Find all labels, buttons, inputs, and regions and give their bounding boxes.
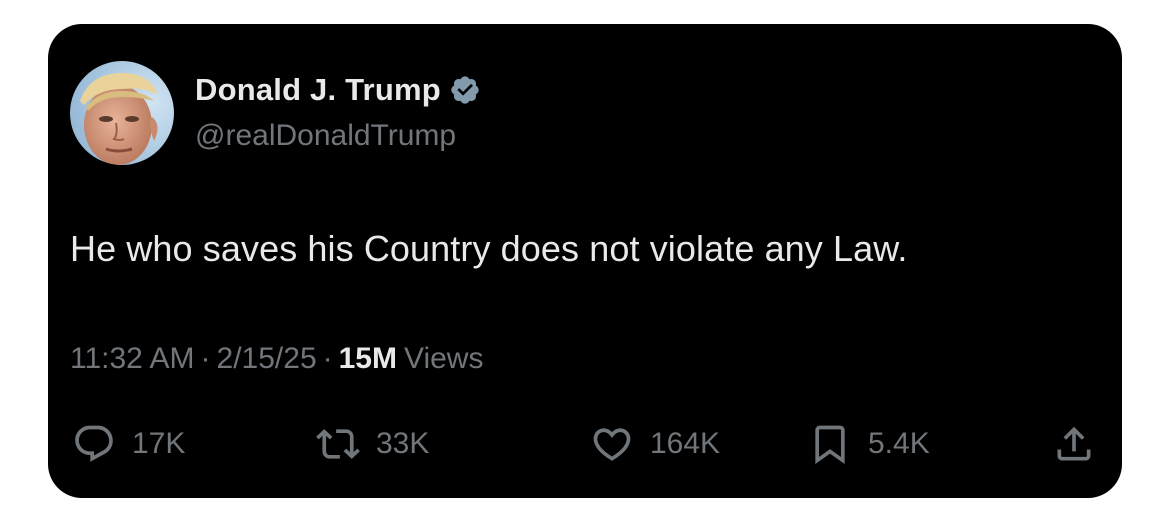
repost-button[interactable]: 33K — [316, 420, 429, 468]
handle[interactable]: @realDonaldTrump — [195, 119, 456, 153]
tweet-card[interactable]: Donald J. Trump @realDonaldTrump He who … — [48, 24, 1122, 498]
bookmark-button[interactable]: 5.4K — [808, 420, 930, 468]
repost-icon — [316, 429, 360, 459]
profile-photo — [70, 61, 174, 165]
bookmark-count: 5.4K — [868, 427, 930, 460]
author-name-row[interactable]: Donald J. Trump — [195, 72, 481, 108]
reply-count: 17K — [132, 427, 186, 460]
like-count: 164K — [650, 427, 721, 460]
meta-separator: · — [200, 342, 211, 375]
share-icon — [1057, 426, 1091, 461]
views-count: 15M — [338, 342, 397, 375]
meta-separator: · — [322, 342, 333, 375]
repost-count: 33K — [376, 427, 430, 460]
display-name[interactable]: Donald J. Trump — [195, 72, 441, 108]
reply-button[interactable]: 17K — [72, 420, 185, 468]
tweet-meta: 11:32 AM · 2/15/25 · 15M Views — [70, 342, 483, 376]
heart-icon — [593, 428, 631, 461]
verified-badge-icon — [449, 74, 481, 106]
share-button[interactable] — [1052, 420, 1096, 468]
tweet-date[interactable]: 2/15/25 — [217, 342, 317, 376]
bookmark-icon — [815, 425, 845, 465]
action-bar: 17K 33K 164K 5.4K — [70, 420, 1100, 468]
avatar[interactable] — [70, 61, 174, 165]
tweet-text: He who saves his Country does not violat… — [70, 228, 908, 269]
reply-icon — [75, 425, 113, 462]
views-label: Views — [403, 342, 484, 375]
tweet-time[interactable]: 11:32 AM — [70, 342, 195, 376]
like-button[interactable]: 164K — [590, 420, 720, 468]
